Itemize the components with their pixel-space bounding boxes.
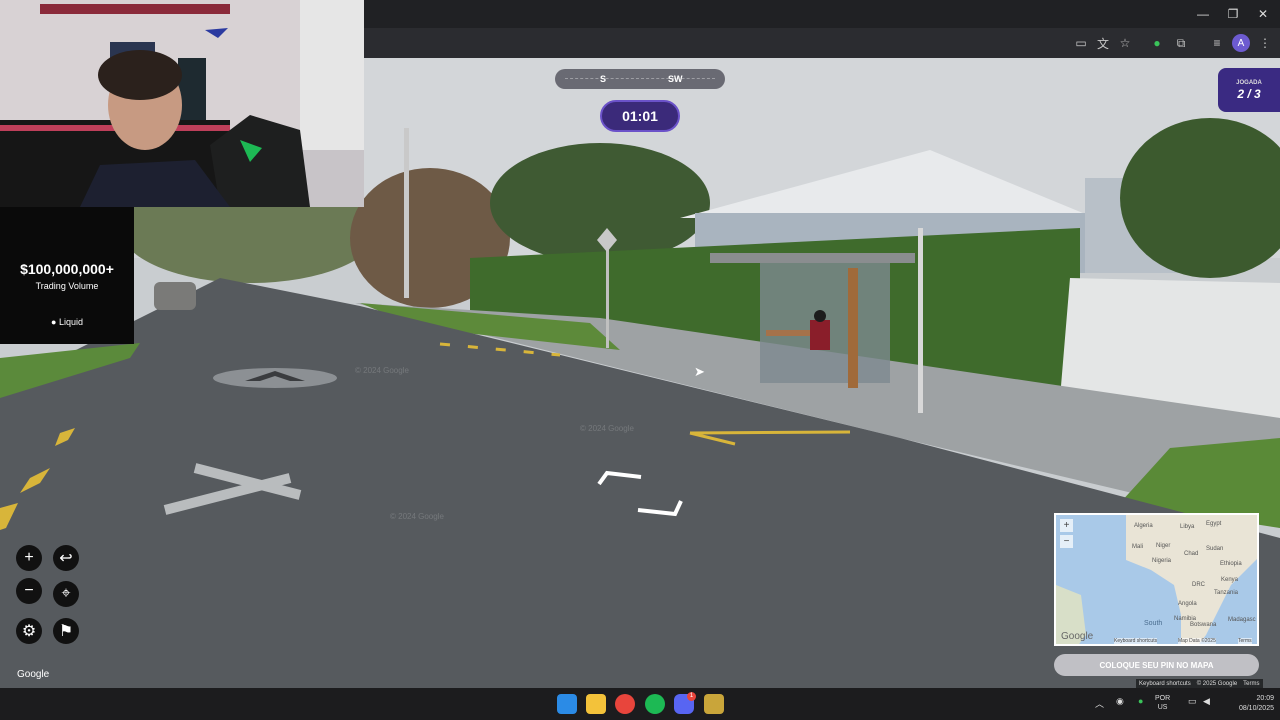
tray-date: 08/10/2025 — [1238, 705, 1274, 712]
volume-icon[interactable]: ◀ — [1203, 696, 1210, 707]
google-logo: Google — [17, 669, 50, 680]
compass-heading-left: S — [600, 74, 607, 84]
map-label-madagascar: Madagasc — [1228, 617, 1256, 623]
flag-icon[interactable]: ⚑ — [53, 618, 79, 644]
map-label-ethiopia: Ethiopia — [1220, 561, 1242, 567]
map-label-algeria: Algeria — [1134, 523, 1153, 529]
minimap-terms[interactable]: Terms — [1238, 638, 1252, 644]
minimap-zoom-in[interactable]: + — [1060, 519, 1073, 532]
app-icon[interactable] — [704, 694, 724, 714]
sponsor-panel: $100,000,000+ Trading Volume ● Liquid — [0, 207, 134, 344]
windows-taskbar — [0, 688, 1280, 720]
sponsor-subtitle: Trading Volume — [35, 281, 99, 291]
guess-minimap[interactable]: Algeria Libya Egypt Mali Niger Chad Suda… — [1054, 513, 1259, 646]
round-timer: 01:01 — [600, 100, 680, 132]
map-label-nigeria: Nigeria — [1152, 558, 1172, 564]
droplet-icon: ● — [51, 317, 57, 327]
watermark-1: © 2024 Google — [355, 366, 409, 375]
watermark-2: © 2024 Google — [580, 424, 634, 433]
streetview-footer: Keyboard shortcuts © 2025 Google Terms — [1136, 679, 1263, 688]
maximize-button[interactable]: ❐ — [1216, 0, 1250, 28]
map-label-chad: Chad — [1184, 551, 1199, 557]
profile-avatar[interactable]: A — [1232, 34, 1250, 52]
minimap-zoom-out[interactable]: − — [1060, 535, 1073, 548]
map-label-sudan: Sudan — [1206, 546, 1224, 552]
compass-ticks — [565, 78, 715, 80]
chrome-icon[interactable] — [615, 694, 635, 714]
bookmark-star-icon[interactable]: ☆ — [1116, 34, 1134, 52]
map-label-niger: Niger — [1156, 543, 1171, 549]
microphone-icon[interactable]: ● — [1138, 696, 1143, 706]
file-explorer-icon[interactable] — [586, 694, 606, 714]
zoom-in-button[interactable]: + — [16, 545, 42, 571]
media-controls-icon[interactable]: ≡ — [1208, 34, 1226, 52]
map-label-mali: Mali — [1132, 544, 1144, 550]
tray-time: 20:09 — [1256, 695, 1274, 702]
round-label: JOGADA — [1236, 80, 1262, 86]
settings-gear-icon[interactable]: ⚙ — [16, 618, 42, 644]
compass-heading-right: SW — [668, 74, 683, 84]
minimap-google-logo: Google — [1061, 631, 1094, 642]
map-label-drc: DRC — [1192, 582, 1205, 588]
install-app-icon[interactable]: ▭ — [1072, 34, 1090, 52]
map-label-libya: Libya — [1180, 524, 1195, 530]
sv-copyright: © 2025 Google — [1196, 680, 1238, 687]
map-label-tanzania: Tanzania — [1214, 590, 1239, 596]
map-label-egypt: Egypt — [1206, 521, 1222, 527]
discord-badge: 1 — [687, 692, 696, 701]
mouse-cursor-icon: ➤ — [694, 364, 705, 379]
tray-discord-icon[interactable]: ◉ — [1116, 696, 1124, 707]
sponsor-amount: $100,000,000+ — [20, 261, 114, 277]
tray-lang2: US — [1157, 704, 1168, 711]
place-pin-button[interactable]: COLOQUE SEU PIN NO MAPA — [1054, 654, 1259, 676]
watermark-3: © 2024 Google — [390, 512, 444, 521]
return-to-start-button[interactable]: ⌖ — [53, 581, 79, 607]
webcam-feed-image — [0, 0, 364, 207]
windows-start-icon[interactable] — [557, 694, 577, 714]
minimize-button[interactable]: — — [1186, 0, 1220, 28]
sponsor-brand: Liquid — [58, 317, 83, 327]
map-label-south: South — [1144, 620, 1163, 627]
browser-menu-icon[interactable]: ⋮ — [1256, 34, 1274, 52]
minimap-attribution: Map Data ©2025 — [1178, 638, 1216, 644]
round-indicator: JOGADA 2 / 3 — [1218, 68, 1280, 112]
network-icon[interactable]: ▭ — [1188, 696, 1197, 707]
map-label-angola: Angola — [1178, 601, 1197, 607]
extension-green-icon[interactable]: ● — [1148, 34, 1166, 52]
map-label-kenya: Kenya — [1221, 577, 1239, 583]
webcam-overlay — [0, 0, 364, 207]
tray-language[interactable]: POR US — [1155, 694, 1170, 712]
map-label-botswana: Botswana — [1190, 622, 1217, 628]
compass-bar: S SW — [555, 69, 725, 89]
sponsor-brand-row: ● Liquid — [0, 317, 134, 327]
translate-icon[interactable]: 文 — [1094, 34, 1112, 52]
undo-move-button[interactable]: ↩ — [53, 545, 79, 571]
tray-clock[interactable]: 20:09 08/10/2025 — [1218, 694, 1274, 714]
tray-lang1: POR — [1155, 695, 1171, 702]
tray-chevron-icon[interactable]: ︿ — [1095, 697, 1104, 710]
close-window-button[interactable]: ✕ — [1246, 0, 1280, 28]
zoom-out-button[interactable]: − — [16, 578, 42, 604]
extensions-puzzle-icon[interactable]: ⧉ — [1172, 34, 1190, 52]
sv-terms[interactable]: Terms — [1243, 681, 1259, 687]
sv-shortcuts[interactable]: Keyboard shortcuts — [1139, 681, 1191, 687]
round-value: 2 / 3 — [1237, 87, 1261, 101]
spotify-icon[interactable] — [645, 694, 665, 714]
minimap-shortcuts[interactable]: Keyboard shortcuts — [1114, 638, 1158, 644]
